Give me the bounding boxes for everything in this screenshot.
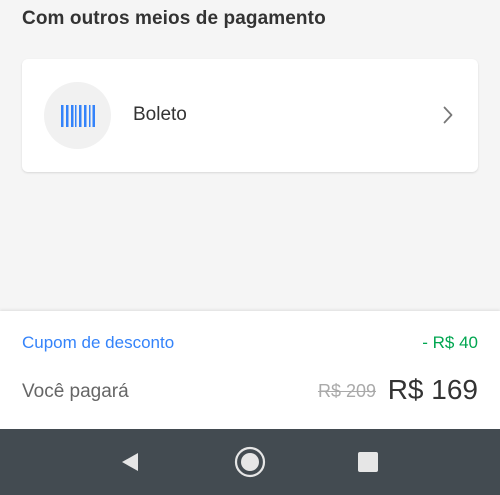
recents-icon xyxy=(358,452,378,472)
back-icon xyxy=(122,453,138,471)
nav-back-button[interactable] xyxy=(113,445,147,479)
payment-method-label: Boleto xyxy=(133,104,187,125)
payment-icon-container xyxy=(44,82,111,149)
total-label: Você pagará xyxy=(22,381,129,402)
section-title: Com outros meios de pagamento xyxy=(22,8,326,29)
barcode-icon xyxy=(60,104,95,127)
nav-recents-button[interactable] xyxy=(351,445,385,479)
coupon-link[interactable]: Cupom de desconto xyxy=(22,333,174,353)
original-price: R$ 209 xyxy=(317,381,376,401)
coupon-discount-value: - R$ 40 xyxy=(422,333,478,352)
android-navigation-bar xyxy=(0,429,500,495)
chevron-right-icon xyxy=(443,106,453,124)
payment-method-boleto[interactable]: Boleto xyxy=(22,59,478,172)
nav-home-button[interactable] xyxy=(233,445,267,479)
order-summary: Cupom de desconto - R$ 40 Você pagará R$… xyxy=(0,311,500,429)
final-price: R$ 169 xyxy=(387,374,478,405)
home-icon xyxy=(234,446,266,478)
